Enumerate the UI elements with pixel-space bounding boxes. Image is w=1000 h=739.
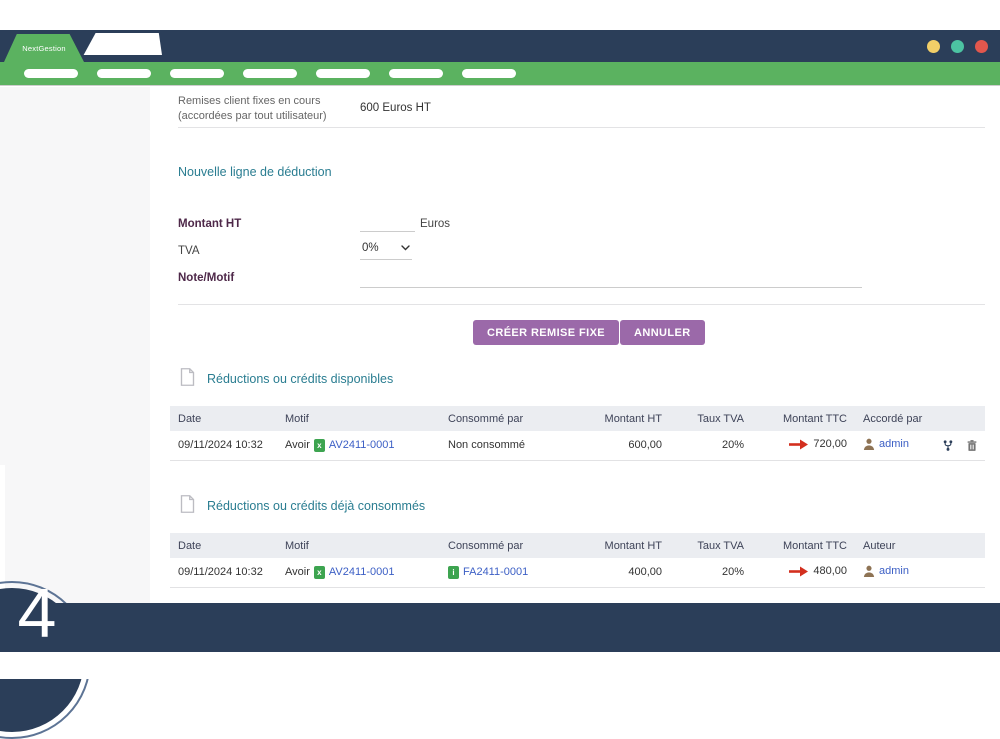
cell-consomme: i FA2411-0001 [440,558,592,587]
col-header-consomme: Consommé par [440,533,592,558]
cell-actions [935,431,985,460]
blank-tab[interactable] [82,33,162,55]
col-header-montant-ttc: Montant TTC [752,406,855,431]
col-header-montant-ht: Montant HT [592,533,670,558]
available-credits-title: Réductions ou crédits disponibles [207,372,393,386]
cell-motif: Avoir x AV2411-0001 [277,431,440,460]
cell-montant-ttc: 720,00 [752,431,855,460]
col-header-actions [935,533,985,558]
col-header-date: Date [170,533,277,558]
arrow-right-icon [788,566,809,577]
table-row: 09/11/2024 10:32 Avoir x AV2411-0001 Non… [170,431,985,460]
montant-ht-input[interactable] [360,212,415,232]
document-icon [180,368,195,386]
trash-icon[interactable] [967,438,977,453]
tva-select[interactable]: 0% [360,239,412,260]
avoir-link[interactable]: AV2411-0001 [329,439,395,451]
col-header-motif: Motif [277,533,440,558]
create-fixed-discount-button[interactable]: CRÉER REMISE FIXE [473,320,619,345]
spreadsheet-file-icon: x [314,439,325,452]
cancel-button[interactable]: ANNULER [620,320,705,345]
code-branch-icon[interactable] [943,438,953,453]
table-header-row: Date Motif Consommé par Montant HT Taux … [170,533,985,558]
avoir-link[interactable]: AV2411-0001 [329,566,395,578]
left-sidebar [0,87,150,603]
tva-label: TVA [178,245,200,257]
document-icon [180,495,195,513]
nav-pill-1[interactable] [24,69,78,78]
montant-unit: Euros [420,218,450,230]
chevron-down-icon [401,245,410,251]
cell-taux-tva: 20% [670,558,752,587]
nav-pill-2[interactable] [97,69,151,78]
step-number: 4 [8,578,66,648]
col-header-montant-ht: Montant HT [592,406,670,431]
cell-montant-ht: 600,00 [592,431,670,460]
divider [178,304,985,305]
user-icon [863,438,875,450]
footer-bar [0,603,1000,652]
window-dot-red[interactable] [975,40,988,53]
main-navbar [0,62,1000,86]
window-controls [927,40,988,53]
cell-montant-ht: 400,00 [592,558,670,587]
table-header-row: Date Motif Consommé par Montant HT Taux … [170,406,985,431]
title-bar: NextGestion [0,30,1000,62]
col-header-montant-ttc: Montant TTC [752,533,855,558]
tva-select-value: 0% [362,242,379,254]
nav-pill-5[interactable] [316,69,370,78]
col-header-date: Date [170,406,277,431]
divider [178,127,985,128]
window-dot-yellow[interactable] [927,40,940,53]
cell-accorde-par: admin [855,431,935,460]
consumed-credits-title: Réductions ou crédits déjà consommés [207,499,425,513]
col-header-consomme: Consommé par [440,406,592,431]
table-row: 09/11/2024 10:32 Avoir x AV2411-0001 i F… [170,558,985,587]
fixed-discount-value: 600 Euros HT [360,102,431,114]
app-tab-label: NextGestion [22,44,65,53]
footer-spacer [0,652,1000,679]
cell-actions [935,558,985,587]
col-header-actions [935,406,985,431]
col-header-auteur: Auteur [855,533,935,558]
arrow-right-icon [788,439,809,450]
consumed-credits-table: Date Motif Consommé par Montant HT Taux … [170,533,985,588]
col-header-taux-tva: Taux TVA [670,533,752,558]
facture-link[interactable]: FA2411-0001 [463,566,528,578]
cell-date: 09/11/2024 10:32 [170,431,277,460]
window-dot-teal[interactable] [951,40,964,53]
note-motif-label: Note/Motif [178,272,234,284]
motif-prefix: Avoir [285,566,310,578]
col-header-motif: Motif [277,406,440,431]
nav-pill-7[interactable] [462,69,516,78]
cell-date: 09/11/2024 10:32 [170,558,277,587]
spreadsheet-file-icon: x [314,566,325,579]
available-credits-table: Date Motif Consommé par Montant HT Taux … [170,406,985,461]
motif-prefix: Avoir [285,439,310,451]
admin-user-link[interactable]: admin [879,438,909,450]
cell-taux-tva: 20% [670,431,752,460]
fixed-discount-label: Remises client fixes en cours (accordées… [178,94,327,124]
new-deduction-title: Nouvelle ligne de déduction [178,165,332,179]
col-header-taux-tva: Taux TVA [670,406,752,431]
montant-ht-label: Montant HT [178,218,241,230]
nav-pill-3[interactable] [170,69,224,78]
user-icon [863,565,875,577]
admin-user-link[interactable]: admin [879,565,909,577]
cell-consomme: Non consommé [440,431,592,460]
cell-motif: Avoir x AV2411-0001 [277,558,440,587]
col-header-accorde-par: Accordé par [855,406,935,431]
nav-pill-4[interactable] [243,69,297,78]
cell-montant-ttc: 480,00 [752,558,855,587]
cell-auteur: admin [855,558,935,587]
spreadsheet-file-icon: i [448,566,459,579]
app-tab[interactable]: NextGestion [4,34,84,62]
note-motif-input[interactable] [360,268,862,288]
nav-pill-6[interactable] [389,69,443,78]
